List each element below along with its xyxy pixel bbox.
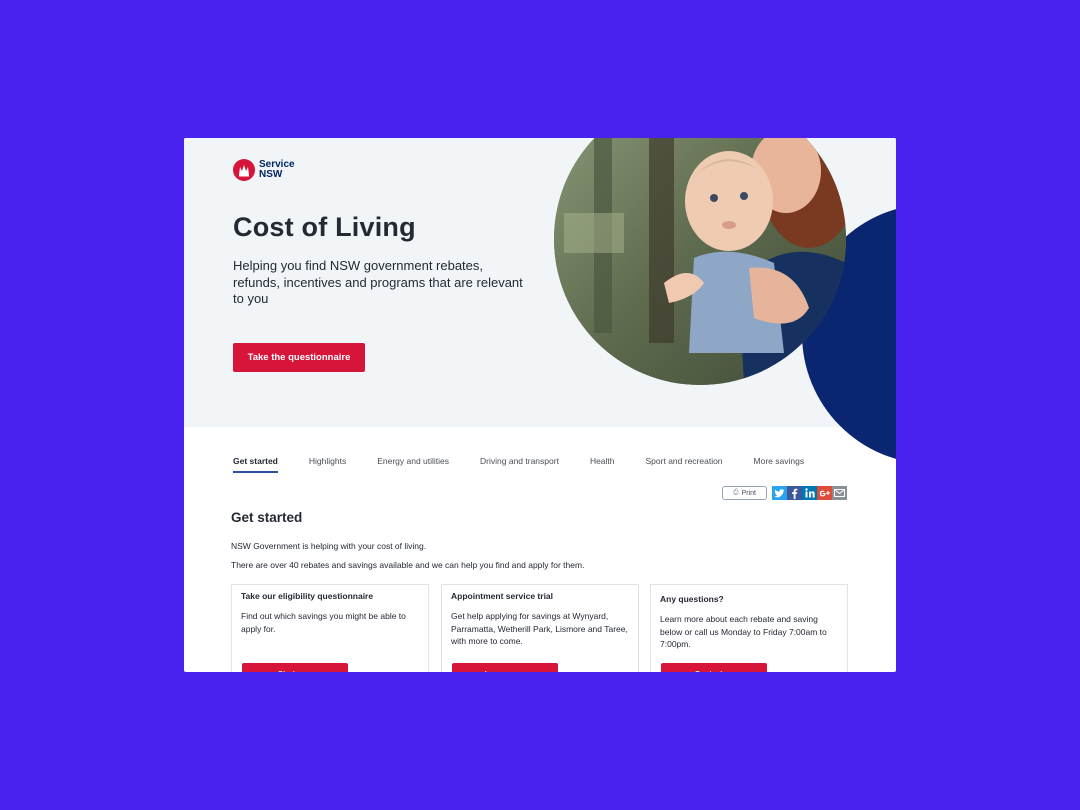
tab-energy-and-utilities[interactable]: Energy and utilities: [377, 456, 449, 471]
card-any-questions: Any questions? Learn more about each reb…: [650, 584, 848, 672]
tab-get-started[interactable]: Get started: [233, 456, 278, 473]
card-title: Appointment service trial: [451, 591, 554, 601]
learn-more-button[interactable]: Learn more: [452, 663, 558, 672]
google-plus-icon[interactable]: [817, 486, 832, 500]
linkedin-icon[interactable]: [802, 486, 817, 500]
waratah-icon: [233, 159, 255, 181]
hero-banner: Service NSW Cost of Living Helping you f…: [184, 138, 896, 464]
intro-paragraph-2: There are over 40 rebates and savings av…: [231, 560, 585, 570]
facebook-icon[interactable]: [787, 486, 802, 500]
section-title: Get started: [231, 510, 303, 525]
contact-us-button[interactable]: Contact us: [661, 663, 767, 672]
card-text: Learn more about each rebate and saving …: [660, 614, 827, 649]
tab-health[interactable]: Health: [590, 456, 615, 471]
intro-paragraph-1: NSW Government is helping with your cost…: [231, 541, 427, 551]
card-text: Get help applying for savings at Wynyard…: [451, 611, 628, 646]
card-appointment-service-trial: Appointment service trial Get help apply…: [441, 584, 639, 672]
card-text: Find out which savings you might be able…: [241, 611, 406, 634]
hero-subtitle: Helping you find NSW government rebates,…: [233, 258, 523, 306]
card-title: Any questions?: [660, 594, 724, 604]
browser-window: Service NSW Cost of Living Helping you f…: [184, 138, 896, 672]
start-now-button[interactable]: Start now: [242, 663, 348, 672]
print-label: Print: [741, 489, 756, 497]
twitter-icon[interactable]: [772, 486, 787, 500]
printer-icon: ⎙: [732, 489, 739, 496]
logo-wordmark: Service NSW: [259, 160, 295, 180]
tab-more-savings[interactable]: More savings: [754, 456, 805, 471]
take-questionnaire-button[interactable]: Take the questionnaire: [233, 343, 365, 372]
email-icon[interactable]: [832, 486, 847, 500]
print-button[interactable]: ⎙ Print: [722, 486, 767, 500]
share-toolbar: ⎙ Print: [722, 486, 847, 500]
card-title: Take our eligibility questionnaire: [241, 591, 374, 601]
tab-highlights[interactable]: Highlights: [309, 456, 346, 471]
logo-line-2: NSW: [259, 169, 283, 180]
category-tabs: Get started Highlights Energy and utilit…: [233, 456, 804, 473]
card-eligibility-questionnaire: Take our eligibility questionnaire Find …: [231, 584, 429, 672]
service-nsw-logo[interactable]: Service NSW: [233, 159, 295, 181]
tab-driving-and-transport[interactable]: Driving and transport: [480, 456, 559, 471]
tab-sport-and-recreation[interactable]: Sport and recreation: [646, 456, 723, 471]
page-title: Cost of Living: [233, 212, 416, 242]
